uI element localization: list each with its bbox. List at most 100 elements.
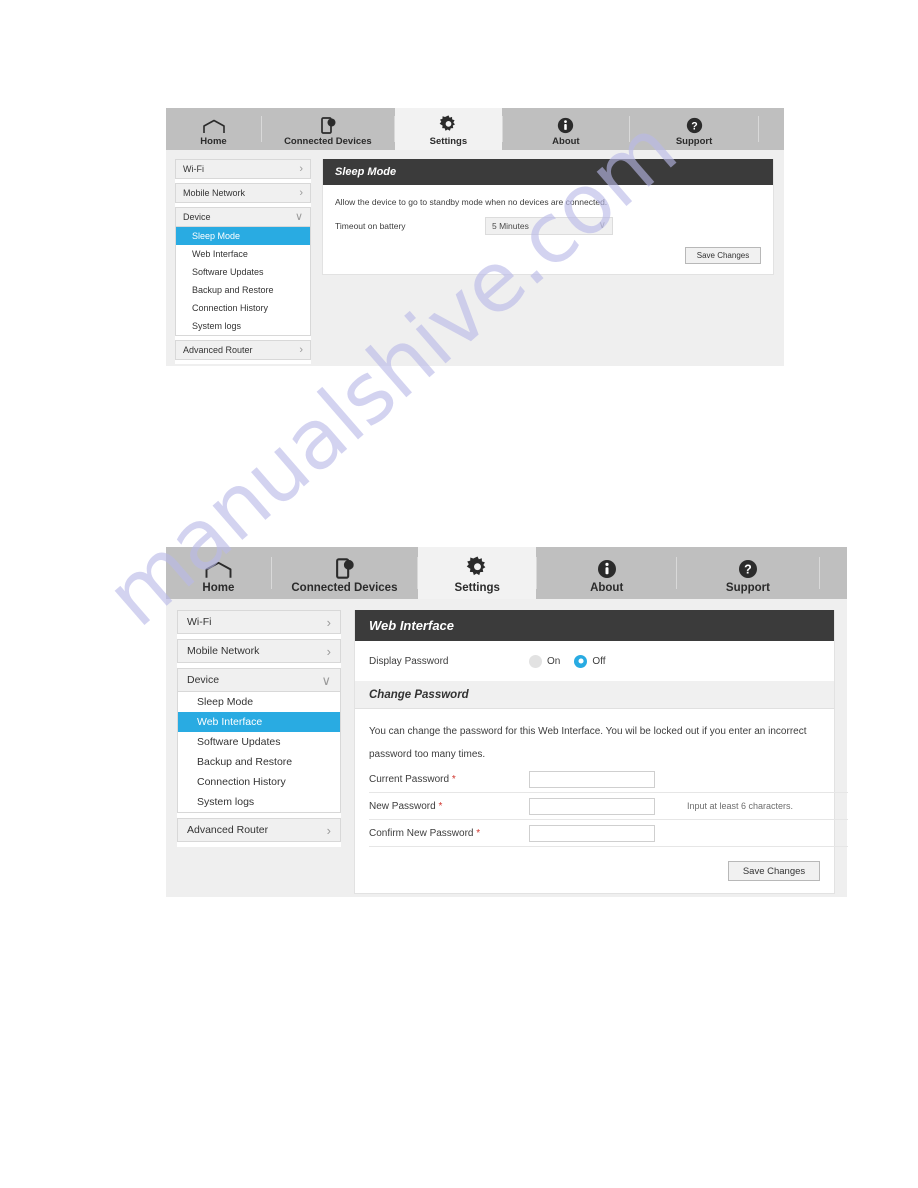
sidebar-item-label: Software Updates: [197, 736, 281, 748]
nav-tab-label: Support: [725, 581, 770, 594]
sidebar-item-label: System logs: [197, 796, 255, 808]
sidebar-group-label: Device: [183, 212, 211, 222]
router-ui-panel-sleep-mode: Home Connected Devices Settings About ? …: [166, 108, 784, 366]
device-icon: [317, 116, 339, 134]
save-changes-button[interactable]: Save Changes: [685, 247, 761, 264]
main-navigation-bar: Home Connected Devices Settings About ? …: [166, 547, 847, 599]
chevron-down-icon: ∨: [294, 210, 303, 223]
nav-tab-connected-devices[interactable]: Connected Devices: [262, 108, 394, 150]
description-line-1: You can change the password for this Web…: [369, 726, 807, 737]
current-password-input[interactable]: [529, 770, 655, 788]
nav-tab-label: Connected Devices: [291, 581, 398, 594]
chevron-right-icon: ›: [299, 186, 303, 199]
field-label-text: Current Password: [369, 773, 450, 785]
sidebar-item-connection-history[interactable]: Connection History: [178, 772, 340, 792]
sidebar-group-device[interactable]: Device ∨: [175, 207, 311, 227]
question-circle-icon: ?: [738, 559, 758, 579]
sidebar-item-label: Sleep Mode: [197, 696, 254, 708]
timeout-select[interactable]: 5 Minutes ∨: [485, 217, 613, 235]
sidebar-device-submenu: Sleep Mode Web Interface Software Update…: [177, 692, 341, 813]
nav-tab-support[interactable]: ? Support: [677, 547, 819, 599]
device-icon: [331, 557, 358, 579]
sidebar-group-advanced-router[interactable]: Advanced Router ›: [177, 818, 341, 842]
nav-tab-settings[interactable]: Settings: [394, 108, 503, 150]
sidebar-item-sleep-mode[interactable]: Sleep Mode: [176, 227, 310, 245]
sidebar-item-label: Connection History: [192, 303, 269, 313]
sidebar-item-backup-and-restore[interactable]: Backup and Restore: [178, 752, 340, 772]
svg-text:?: ?: [691, 120, 697, 132]
sidebar-item-software-updates[interactable]: Software Updates: [178, 732, 340, 752]
chevron-right-icon: ›: [326, 643, 331, 659]
display-password-radio-group: On Off: [529, 654, 620, 668]
sidebar-group-label: Advanced Router: [187, 824, 269, 836]
nav-tab-label: Home: [202, 581, 235, 594]
nav-tab-support[interactable]: ? Support: [630, 108, 759, 150]
timeout-on-battery-row: Timeout on battery 5 Minutes ∨: [323, 207, 773, 235]
chevron-down-icon: ∨: [321, 672, 331, 688]
nav-tab-home[interactable]: Home: [166, 108, 261, 150]
sidebar-group-device[interactable]: Device ∨: [177, 668, 341, 692]
confirm-new-password-label: Confirm New Password *: [369, 828, 529, 839]
nav-tab-about[interactable]: About: [537, 547, 676, 599]
sidebar-device-submenu: Sleep Mode Web Interface Software Update…: [175, 227, 311, 336]
settings-sidebar: Wi-Fi › Mobile Network › Device ∨ Sleep …: [177, 610, 341, 847]
nav-tab-home[interactable]: Home: [166, 547, 271, 599]
sidebar-item-system-logs[interactable]: System logs: [178, 792, 340, 812]
sidebar-item-web-interface[interactable]: Web Interface: [176, 245, 310, 263]
new-password-row: New Password * Input at least 6 characte…: [355, 793, 834, 819]
change-password-section-title: Change Password: [355, 681, 834, 709]
timeout-label: Timeout on battery: [335, 221, 406, 231]
nav-tab-connected-devices[interactable]: Connected Devices: [272, 547, 417, 599]
settings-sidebar: Wi-Fi › Mobile Network › Device ∨ Sleep …: [175, 159, 311, 364]
radio-label-on: On: [547, 655, 561, 667]
radio-dot-off[interactable]: [574, 654, 588, 668]
sidebar-item-label: Backup and Restore: [197, 756, 293, 768]
required-marker: *: [438, 800, 443, 812]
field-label-text: Confirm New Password: [369, 827, 474, 839]
nav-tab-label: Settings: [429, 135, 468, 147]
sidebar-group-mobile-network[interactable]: Mobile Network ›: [177, 639, 341, 663]
nav-separator: [818, 557, 820, 589]
sidebar-group-label: Device: [187, 674, 220, 686]
chevron-right-icon: ›: [299, 343, 303, 356]
content-card-sleep-mode: Sleep Mode Allow the device to go to sta…: [322, 159, 774, 275]
sidebar-group-wifi[interactable]: Wi-Fi ›: [175, 159, 311, 179]
sidebar-group-label: Mobile Network: [187, 645, 260, 657]
chevron-right-icon: ›: [326, 822, 331, 838]
save-changes-button[interactable]: Save Changes: [728, 861, 820, 881]
sidebar-item-connection-history[interactable]: Connection History: [176, 299, 310, 317]
sidebar-item-label: Connection History: [197, 776, 286, 788]
sidebar-item-backup-and-restore[interactable]: Backup and Restore: [176, 281, 310, 299]
sidebar-item-system-logs[interactable]: System logs: [176, 317, 310, 335]
panel-body: Wi-Fi › Mobile Network › Device ∨ Sleep …: [166, 599, 848, 897]
required-marker: *: [451, 773, 456, 785]
current-password-row: Current Password *: [355, 766, 834, 792]
sidebar-group-label: Mobile Network: [183, 188, 246, 198]
nav-tab-about[interactable]: About: [503, 108, 629, 150]
display-password-row: Display Password On Off: [355, 641, 834, 681]
sidebar-item-sleep-mode[interactable]: Sleep Mode: [178, 692, 340, 712]
card-title: Sleep Mode: [323, 159, 773, 185]
card-title: Web Interface: [355, 610, 834, 641]
description-line-2: password too many times.: [369, 749, 486, 760]
sidebar-group-wifi[interactable]: Wi-Fi ›: [177, 610, 341, 634]
sidebar-group-advanced-router[interactable]: Advanced Router ›: [175, 340, 311, 360]
radio-option-off[interactable]: Off: [574, 654, 619, 668]
nav-tab-settings[interactable]: Settings: [418, 547, 537, 599]
sidebar-item-web-interface[interactable]: Web Interface: [178, 712, 340, 732]
radio-option-on[interactable]: On: [529, 654, 574, 668]
required-marker: *: [476, 827, 481, 839]
question-circle-icon: ?: [686, 117, 703, 134]
content-card-web-interface: Web Interface Display Password On Off Ch…: [354, 610, 848, 894]
confirm-new-password-input[interactable]: [529, 824, 655, 842]
svg-text:?: ?: [744, 562, 752, 576]
nav-tab-label: Settings: [454, 581, 500, 594]
sidebar-item-label: Web Interface: [197, 716, 263, 728]
field-label-text: New Password: [369, 800, 436, 812]
sidebar-item-software-updates[interactable]: Software Updates: [176, 263, 310, 281]
new-password-input[interactable]: [529, 797, 655, 815]
sidebar-group-label: Wi-Fi: [183, 164, 204, 174]
radio-dot-on[interactable]: [529, 654, 542, 668]
sidebar-group-mobile-network[interactable]: Mobile Network ›: [175, 183, 311, 203]
nav-tab-label: About: [552, 135, 580, 147]
